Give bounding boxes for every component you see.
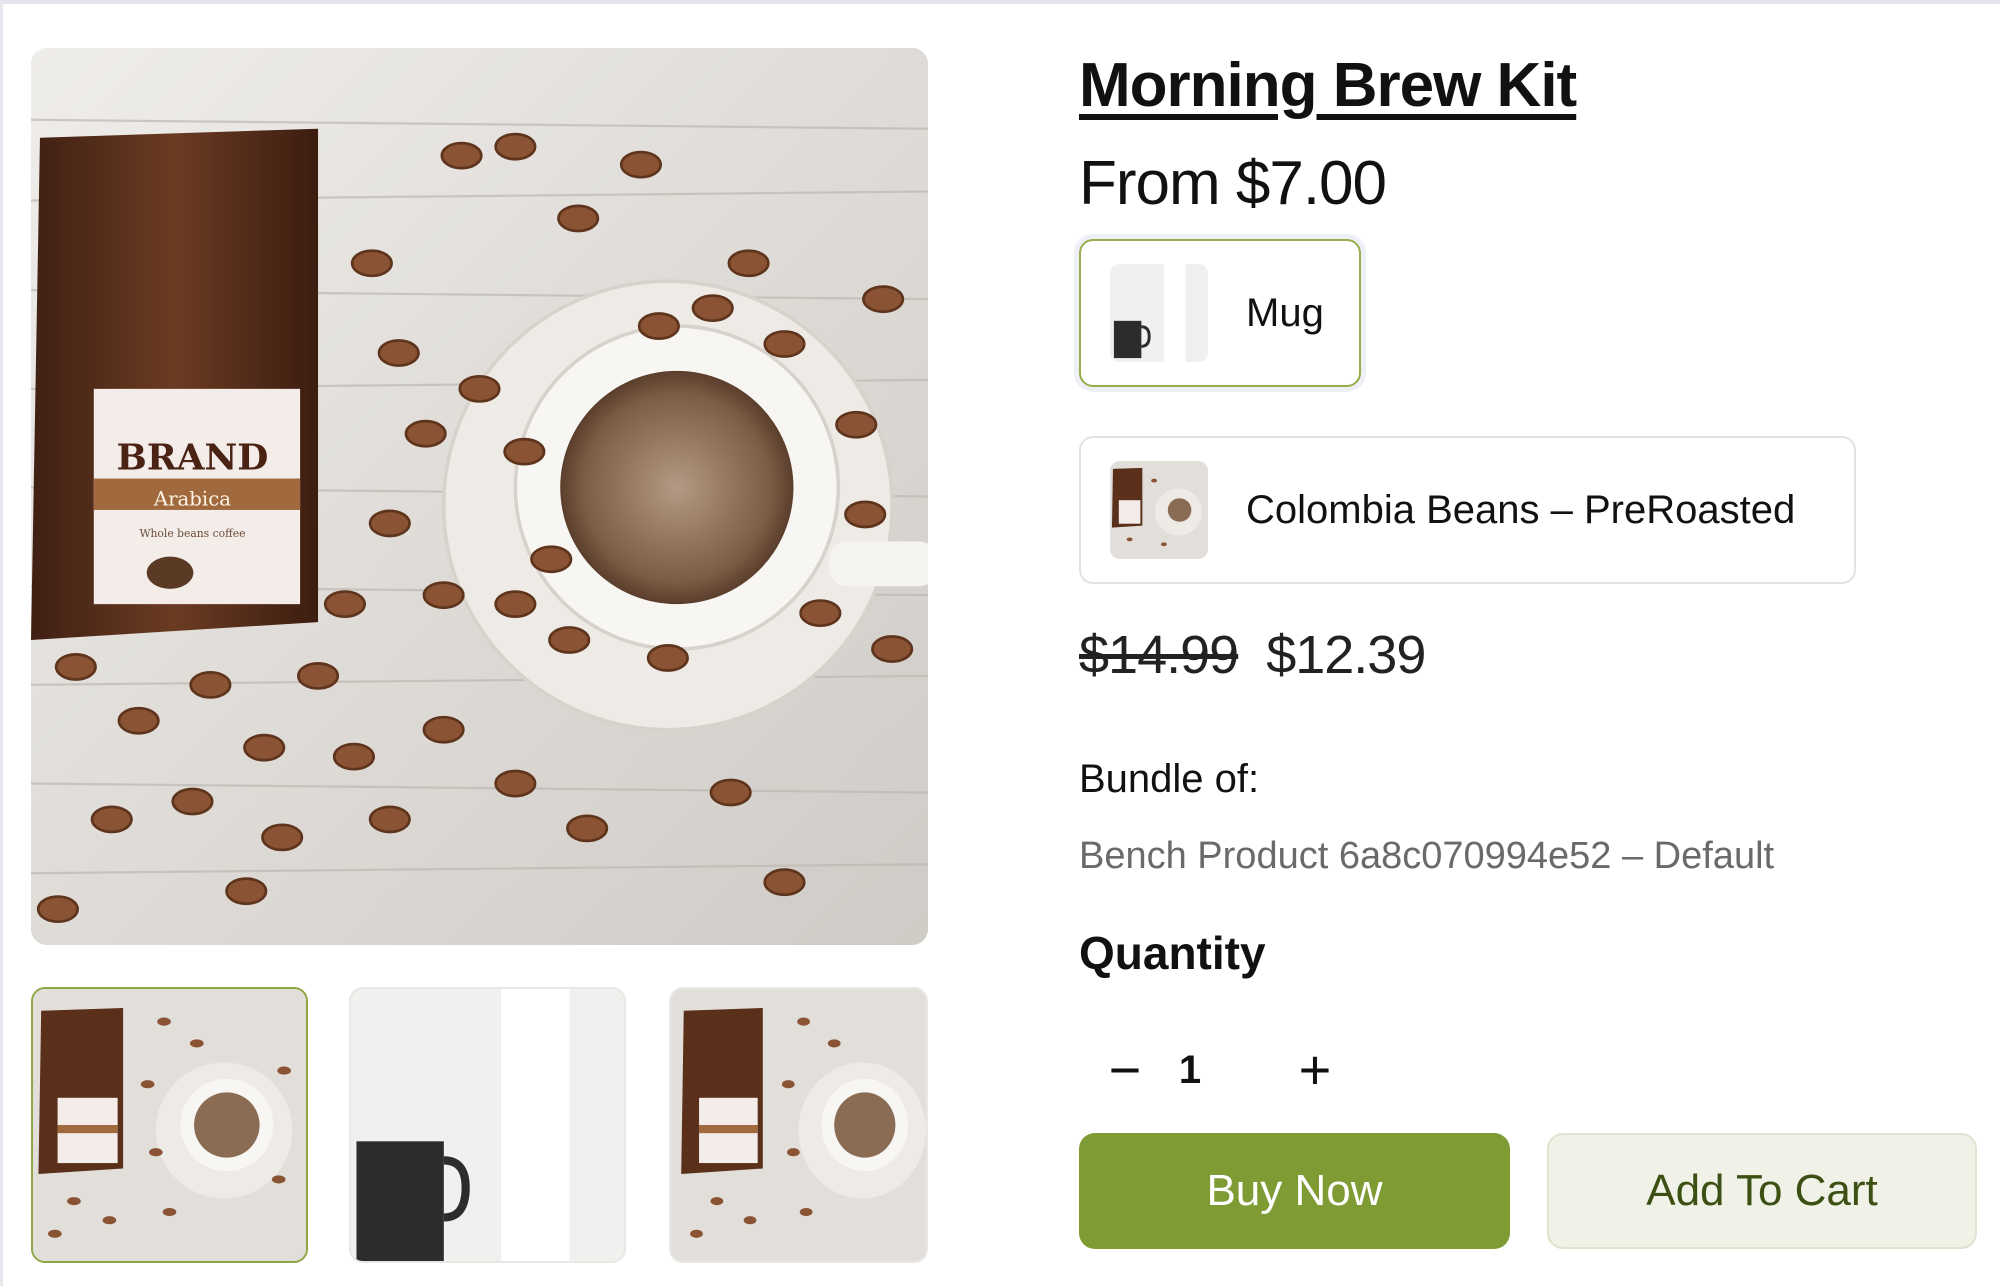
- gallery-thumbnail-2[interactable]: [349, 987, 626, 1263]
- variant-label: Colombia Beans – PreRoasted: [1246, 487, 1796, 532]
- variant-option-mug[interactable]: Mug: [1079, 239, 1361, 387]
- bag-note-text: Whole beans coffee: [139, 527, 245, 540]
- quantity-value[interactable]: 1: [1160, 1048, 1220, 1093]
- variant-label: Mug: [1246, 290, 1324, 335]
- quantity-stepper: − 1 +: [1090, 1035, 1350, 1105]
- coffee-scene-thumbnail: [33, 989, 306, 1261]
- quantity-increase-button[interactable]: +: [1280, 1035, 1350, 1105]
- gallery-thumbnail-3[interactable]: [669, 987, 928, 1263]
- bundle-label: Bundle of:: [1079, 757, 1260, 801]
- quantity-decrease-button[interactable]: −: [1090, 1035, 1160, 1105]
- from-price: From $7.00: [1079, 149, 1387, 218]
- black-mug-thumbnail: [351, 989, 624, 1261]
- add-to-cart-button[interactable]: Add To Cart: [1547, 1133, 1977, 1249]
- coffee-beans-thumbnail-icon: [1110, 461, 1208, 559]
- bag-variety-text: Arabica: [153, 487, 231, 510]
- window-top-edge: [0, 0, 2000, 4]
- window-left-edge: [0, 0, 3, 1286]
- buy-now-button[interactable]: Buy Now: [1079, 1133, 1510, 1249]
- price-block: $14.99 $12.39: [1079, 624, 1426, 686]
- bag-brand-text: BRAND: [117, 437, 269, 479]
- original-price: $14.99: [1079, 625, 1239, 685]
- mug-thumbnail-icon: [1110, 264, 1208, 362]
- variant-option-colombia-beans[interactable]: Colombia Beans – PreRoasted: [1079, 436, 1856, 584]
- sale-price: $12.39: [1266, 625, 1426, 685]
- coffee-scene-illustration: BRAND Arabica Whole beans coffee: [31, 48, 928, 945]
- product-title[interactable]: Morning Brew Kit: [1079, 50, 1577, 121]
- coffee-scene-thumbnail: [671, 989, 926, 1261]
- gallery-thumbnail-1[interactable]: [31, 987, 308, 1263]
- bundle-item: Bench Product 6a8c070994e52 – Default: [1079, 835, 1775, 877]
- main-product-image[interactable]: BRAND Arabica Whole beans coffee: [31, 48, 928, 945]
- quantity-label: Quantity: [1079, 927, 1266, 979]
